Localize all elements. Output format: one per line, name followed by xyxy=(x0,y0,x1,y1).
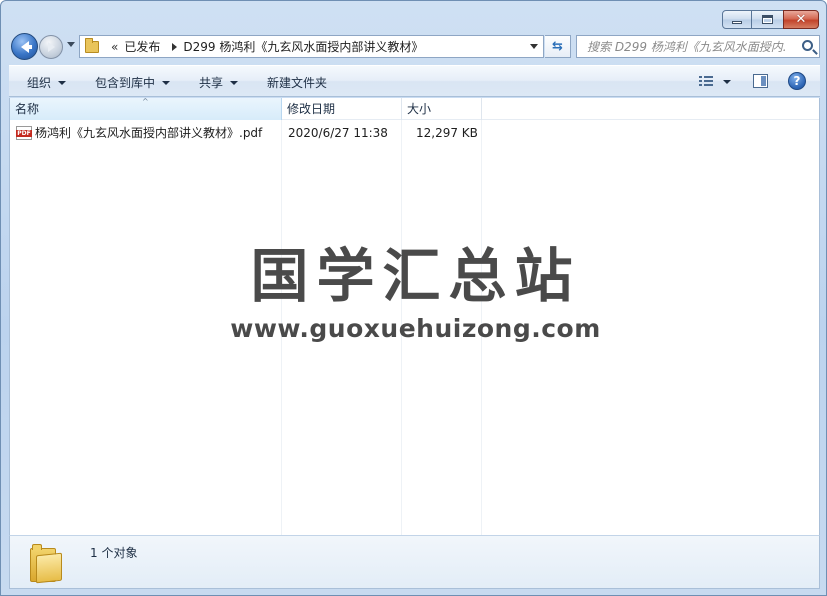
share-label: 共享 xyxy=(199,76,224,90)
column-header-size[interactable]: 大小 xyxy=(402,98,482,120)
chevron-down-icon xyxy=(230,80,239,85)
minimize-icon xyxy=(732,21,742,24)
refresh-button[interactable]: ⇆ xyxy=(545,35,571,58)
forward-arrow-icon xyxy=(47,42,55,52)
pdf-icon xyxy=(16,126,32,140)
file-modified: 2020/6/27 11:38 xyxy=(288,126,388,140)
search-placeholder: 搜索 D299 杨鸿利《九玄风水面授内... xyxy=(587,40,787,54)
folder-icon xyxy=(85,37,99,53)
share-button[interactable]: 共享 xyxy=(199,74,239,91)
breadcrumb-item-current[interactable]: D299 杨鸿利《九玄风水面授内部讲义教材》 xyxy=(183,38,423,55)
forward-button[interactable] xyxy=(39,35,63,59)
help-icon[interactable]: ? xyxy=(788,72,806,90)
include-library-label: 包含到库中 xyxy=(95,76,156,90)
close-icon: ✕ xyxy=(795,12,807,27)
organize-label: 组织 xyxy=(27,76,52,90)
minimize-button[interactable] xyxy=(722,10,752,29)
new-folder-button[interactable]: 新建文件夹 xyxy=(267,74,327,91)
breadcrumb-overflow[interactable]: « xyxy=(111,40,118,54)
details-pane: 1 个对象 xyxy=(9,535,820,589)
maximize-button[interactable] xyxy=(751,10,784,29)
item-count: 1 个对象 xyxy=(90,546,138,560)
search-input[interactable]: 搜索 D299 杨鸿利《九玄风水面授内... xyxy=(576,35,820,58)
refresh-icon: ⇆ xyxy=(552,39,563,54)
column-name-label: 名称 xyxy=(15,102,40,116)
column-modified-label: 修改日期 xyxy=(287,102,336,116)
file-name: 杨鸿利《九玄风水面授内部讲义教材》.pdf xyxy=(35,126,263,140)
new-folder-label: 新建文件夹 xyxy=(267,76,328,90)
column-header-name[interactable]: 名称 ^ xyxy=(10,98,282,120)
view-options-dropdown[interactable] xyxy=(723,80,731,84)
chevron-down-icon xyxy=(58,80,67,85)
include-in-library-button[interactable]: 包含到库中 xyxy=(95,74,171,91)
preview-pane-icon[interactable] xyxy=(753,74,768,88)
recent-pages-dropdown[interactable] xyxy=(67,42,75,47)
organize-button[interactable]: 组织 xyxy=(27,74,67,91)
command-bar: 组织 包含到库中 共享 新建文件夹 ? xyxy=(9,65,820,97)
back-arrow-icon xyxy=(20,40,32,53)
navigation-row: « 已发布 D299 杨鸿利《九玄风水面授内部讲义教材》 ⇆ 搜索 D299 杨… xyxy=(9,33,820,60)
watermark-title: 国学汇总站 xyxy=(250,242,581,310)
chevron-down-icon xyxy=(162,80,171,85)
maximize-icon xyxy=(762,15,773,24)
back-button[interactable] xyxy=(11,33,38,60)
file-size: 12,297 KB xyxy=(416,126,478,140)
search-icon[interactable] xyxy=(802,40,813,51)
explorer-window: ✕ « 已发布 D299 杨鸿利《九玄风水面授内部讲义教材》 ⇆ 搜索 D299… xyxy=(0,0,827,596)
address-bar[interactable]: « 已发布 D299 杨鸿利《九玄风水面授内部讲义教材》 xyxy=(79,35,544,58)
change-view-icon[interactable] xyxy=(699,76,713,87)
file-list: 名称 ^ 修改日期 大小 杨鸿利《九玄风水面授内部讲义教材》.pdf 2020/… xyxy=(9,98,820,535)
sort-ascending-icon: ^ xyxy=(142,97,149,106)
column-size-label: 大小 xyxy=(407,102,432,116)
close-button[interactable]: ✕ xyxy=(783,10,819,29)
address-dropdown-icon[interactable] xyxy=(530,44,538,49)
watermark-url: www.guoxuehuizong.com xyxy=(230,314,601,343)
column-header-row: 名称 ^ 修改日期 大小 xyxy=(10,98,819,120)
file-row[interactable]: 杨鸿利《九玄风水面授内部讲义教材》.pdf 2020/6/27 11:38 12… xyxy=(10,124,819,142)
column-header-modified[interactable]: 修改日期 xyxy=(282,98,402,120)
folder-icon xyxy=(30,544,62,584)
breadcrumb-item-published[interactable]: 已发布 xyxy=(124,38,160,55)
breadcrumb-separator-icon[interactable] xyxy=(172,42,178,51)
caption-buttons: ✕ xyxy=(722,10,819,29)
